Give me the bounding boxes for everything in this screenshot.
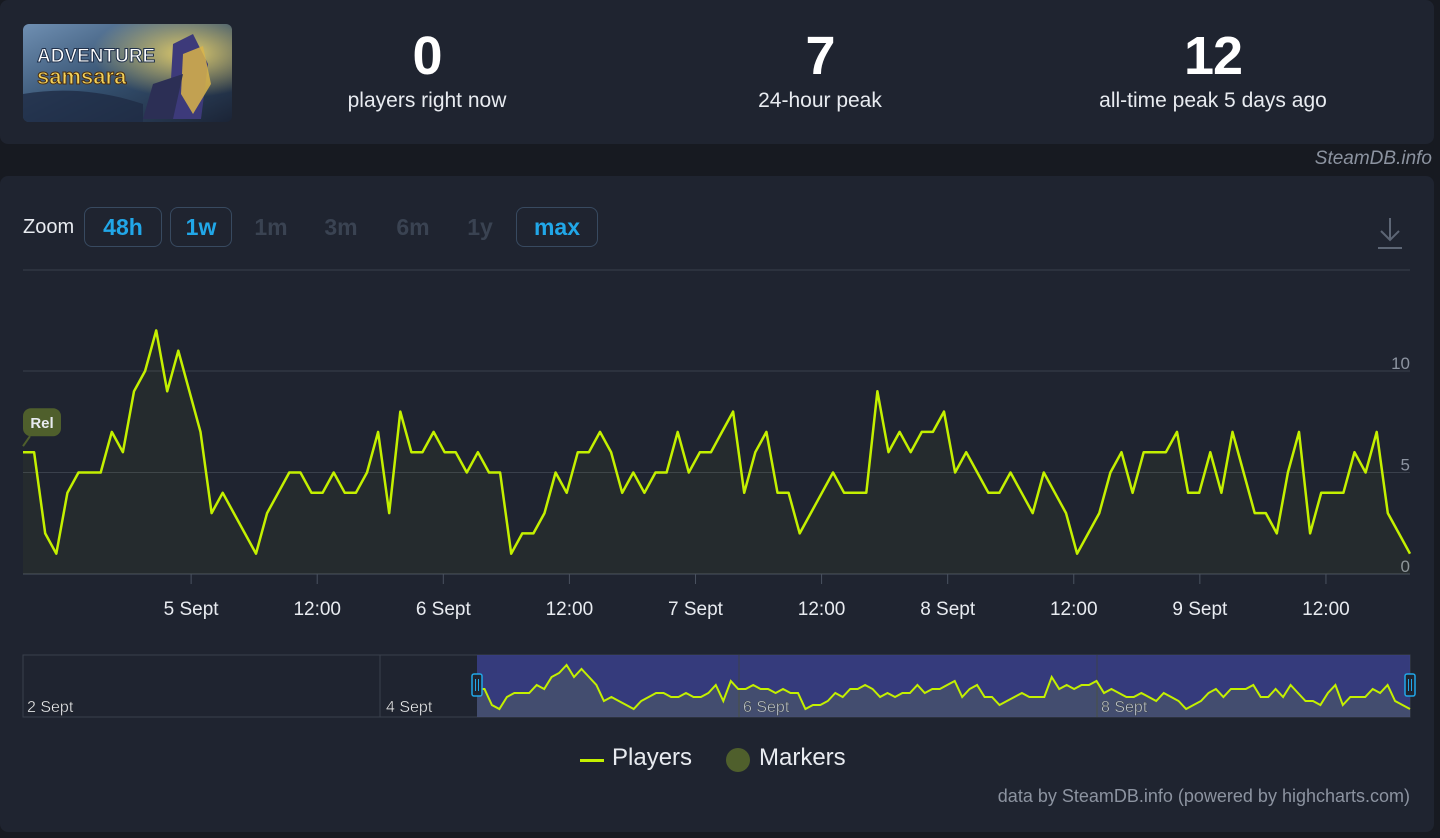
x-tick-label: 12:00 <box>1302 599 1350 620</box>
x-tick-label: 7 Sept <box>668 599 724 620</box>
x-tick-label: 5 Sept <box>164 599 220 620</box>
x-tick-label: 12:00 <box>798 599 846 620</box>
players-area <box>23 330 1410 574</box>
x-tick-label: 6 Sept <box>416 599 472 620</box>
players-line-swatch <box>580 759 604 762</box>
x-tick-label: 12:00 <box>293 599 341 620</box>
legend-markers-label: Markers <box>759 744 846 771</box>
legend-item-markers[interactable]: Markers <box>726 744 846 772</box>
y-tick-label: 10 <box>1391 354 1410 373</box>
markers-dot-swatch <box>726 748 750 772</box>
player-count-chart[interactable]: 05105 Sept 12:00 6 Sept 12:00 7 Sept 12:00 8 S… <box>0 0 1440 838</box>
navigator-left-handle[interactable] <box>471 673 483 697</box>
x-tick-label: 12:00 <box>1050 599 1098 620</box>
legend-players-label: Players <box>612 744 693 771</box>
release-marker-label: Rel <box>30 415 53 432</box>
x-tick-label: 9 Sept <box>1172 599 1228 620</box>
y-tick-label: 5 <box>1401 456 1410 475</box>
navigator-label: 2 Sept <box>27 699 74 716</box>
navigator-right-handle[interactable] <box>1404 673 1416 697</box>
release-marker-stem <box>22 435 31 447</box>
chart-credits[interactable]: data by SteamDB.info (powered by highcha… <box>998 786 1410 807</box>
x-tick-label: 8 Sept <box>920 599 976 620</box>
legend-item-players[interactable]: Players <box>580 744 692 772</box>
x-tick-label: 12:00 <box>546 599 594 620</box>
navigator-label: 4 Sept <box>386 699 433 716</box>
